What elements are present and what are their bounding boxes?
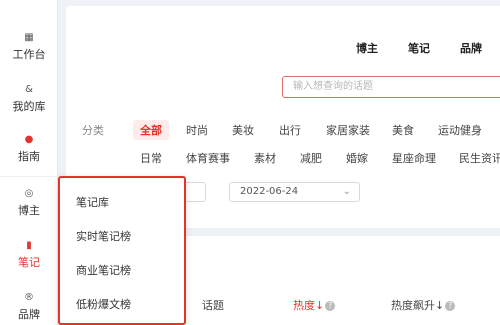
sidebar-item-library[interactable]: & 我的库 [0, 84, 58, 114]
filter-chip[interactable]: 美食 [392, 122, 414, 138]
filter-chip[interactable]: 家居家装 [326, 122, 370, 138]
sidebar-item-label: 笔记 [18, 256, 40, 269]
sidebar-item-label: 指南 [18, 150, 40, 163]
sidebar-item-label: 博主 [18, 204, 40, 217]
sort-icon: ↓ [315, 299, 325, 312]
col-heat-header[interactable]: 热度↓? [293, 297, 336, 313]
filter-chip[interactable]: 素材 [254, 150, 276, 166]
date-select[interactable]: 2022-06-24 ⌄ [229, 182, 360, 202]
sidebar-item-notes[interactable]: ▮ 笔记 [0, 240, 58, 270]
help-icon[interactable]: ? [445, 301, 456, 311]
topnav-blogger[interactable]: 博主 [356, 40, 378, 56]
notes-dropdown-menu: 笔记库 实时笔记榜 商业笔记榜 低粉爆文榜 [58, 176, 186, 325]
filter-chip[interactable]: 星座命理 [392, 150, 436, 166]
filter-chip[interactable]: 婚嫁 [346, 150, 368, 166]
chevron-down-icon: ⌄ [342, 186, 351, 197]
note-icon: ▮ [26, 240, 32, 251]
col-heat-rise-label: 热度飙升 [391, 299, 435, 312]
filter-chip[interactable]: 出行 [279, 122, 301, 138]
sidebar-item-guide[interactable]: ● 指南 [0, 134, 58, 164]
filter-chip[interactable]: 日常 [140, 150, 162, 166]
topnav-brand[interactable]: 品牌 [460, 40, 482, 56]
help-icon[interactable]: ? [325, 301, 336, 311]
menu-item-commercial-rank[interactable]: 商业笔记榜 [76, 262, 131, 278]
filter-chip[interactable]: 美妆 [232, 122, 254, 138]
filter-chip[interactable]: 减肥 [300, 150, 322, 166]
sidebar: ▦ 工作台 & 我的库 ● 指南 ◎ 博主 ▮ 笔记 ® 品牌 [0, 0, 58, 325]
sidebar-item-blogger[interactable]: ◎ 博主 [0, 188, 58, 218]
sidebar-item-brand[interactable]: ® 品牌 [0, 292, 58, 322]
grid-icon: ▦ [24, 32, 34, 43]
sidebar-item-label: 品牌 [18, 308, 40, 321]
menu-item-low-fan-viral-rank[interactable]: 低粉爆文榜 [76, 296, 131, 312]
search-input[interactable]: 输入想查询的话题 [282, 76, 500, 98]
filter-chip[interactable]: 时尚 [186, 122, 208, 138]
col-heat-label: 热度 [293, 299, 315, 312]
date-value: 2022-06-24 [240, 186, 299, 197]
at-icon: ◎ [24, 188, 34, 199]
col-topic-header: 话题 [202, 299, 224, 312]
filter-chip[interactable]: 运动健身 [438, 122, 482, 138]
user-icon: & [25, 84, 33, 95]
filter-chip-all[interactable]: 全部 [133, 120, 169, 140]
sidebar-item-label: 我的库 [12, 100, 46, 113]
sort-icon: ↓ [435, 299, 445, 312]
sidebar-item-workbench[interactable]: ▦ 工作台 [0, 32, 58, 62]
topnav-notes[interactable]: 笔记 [408, 40, 430, 56]
category-label: 分类 [82, 124, 104, 137]
brand-icon: ® [24, 292, 34, 303]
filter-chip[interactable]: 体育赛事 [186, 150, 230, 166]
menu-item-note-library[interactable]: 笔记库 [76, 194, 109, 210]
menu-item-realtime-rank[interactable]: 实时笔记榜 [76, 228, 131, 244]
sidebar-item-label: 工作台 [12, 48, 46, 61]
pin-icon: ● [24, 134, 34, 145]
col-heat-rise-header[interactable]: 热度飙升↓? [391, 297, 456, 313]
sidebar-divider [0, 176, 58, 177]
filter-chip[interactable]: 民生资讯 [459, 150, 500, 166]
